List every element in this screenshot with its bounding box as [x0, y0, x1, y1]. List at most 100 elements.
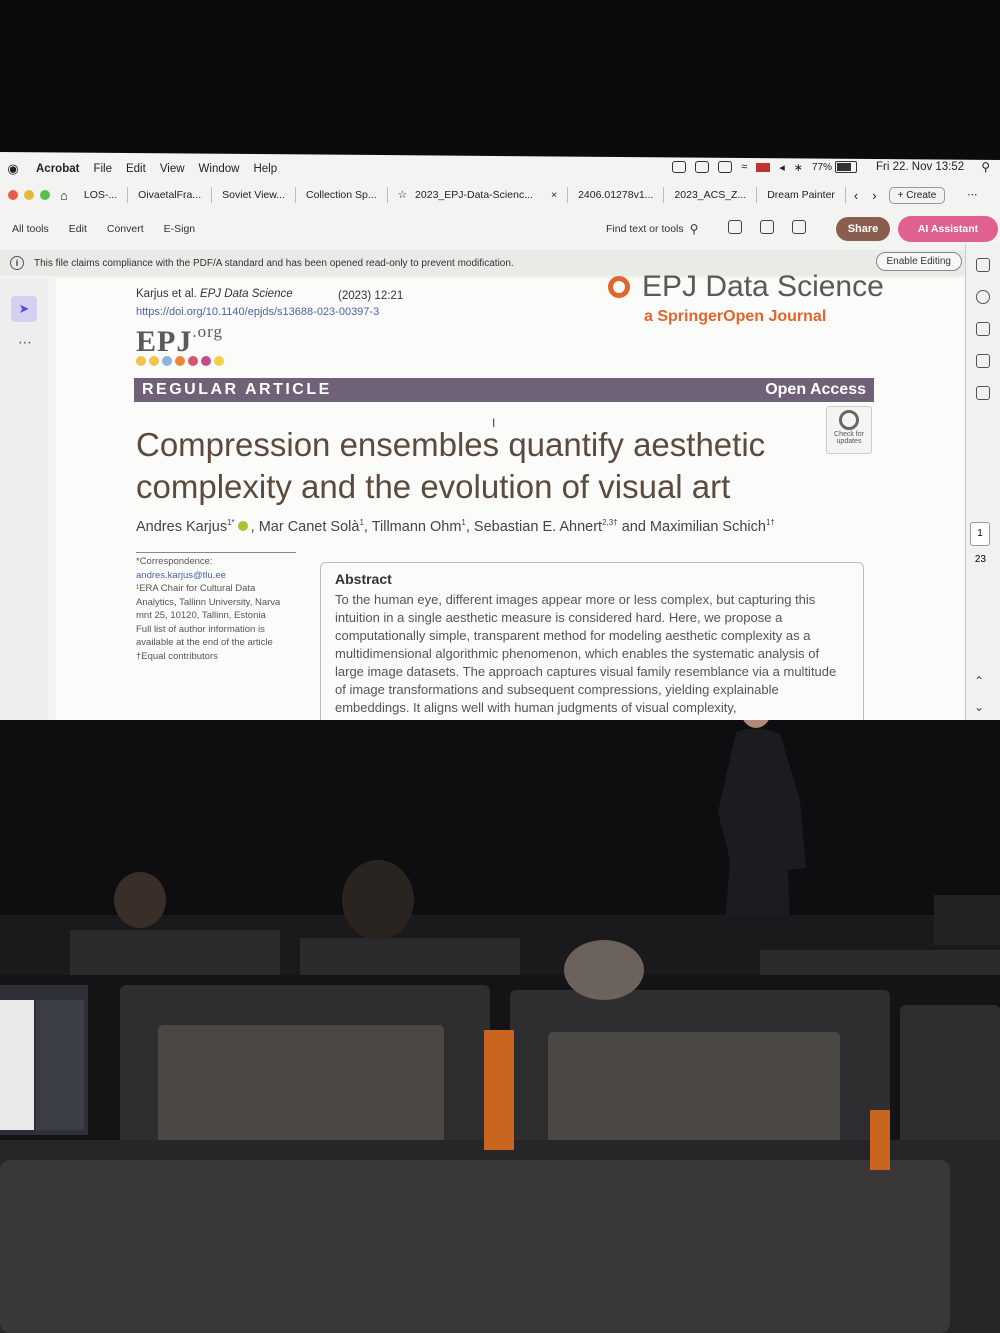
search-icon[interactable]: ⚲ [981, 160, 990, 174]
logo-dot [188, 356, 198, 366]
enable-editing-button[interactable]: Enable Editing [875, 252, 962, 271]
menu-view[interactable]: View [160, 163, 185, 175]
menu-edit[interactable]: Edit [126, 163, 146, 175]
tool-edit[interactable]: Edit [69, 223, 87, 235]
comment-icon[interactable] [976, 258, 990, 272]
epj-logo: EPJ.org [136, 322, 223, 359]
author-info-note: Full list of author information is avail… [136, 623, 273, 649]
pages-icon[interactable] [976, 354, 990, 368]
battery-icon [834, 161, 857, 173]
minimize-window-icon[interactable] [24, 190, 34, 200]
citation: Karjus et al. EPJ Data Science [136, 288, 293, 300]
tool-esign[interactable]: E-Sign [164, 223, 196, 235]
citation-journal: EPJ Data Science [199, 288, 293, 300]
tab-soviet[interactable]: Soviet View... [212, 187, 296, 203]
author-name: , Sebastian E. Ahnert [465, 518, 603, 535]
ai-assistant-button[interactable]: AI Assistant [898, 216, 998, 242]
tray-app-icon[interactable] [672, 161, 687, 173]
more-icon[interactable]: ⋯ [967, 189, 978, 201]
bookmark-icon [839, 410, 859, 430]
chevron-down-icon[interactable]: ⌄ [974, 700, 984, 714]
doi-link[interactable]: https://doi.org/10.1140/epjds/s13688-023… [136, 306, 379, 318]
save-icon[interactable] [728, 220, 742, 234]
info-icon: i [10, 256, 24, 270]
battery-indicator[interactable]: 77% [812, 161, 857, 173]
author-name: , Tillmann Ohm [363, 518, 462, 535]
volume-icon[interactable]: ◂ [779, 161, 785, 174]
author-name: and Maximilian Schich [617, 518, 766, 535]
clock[interactable]: Fri 22. Nov 13:52 [876, 161, 964, 173]
create-label: Create [906, 189, 937, 201]
audience-laptop [0, 985, 88, 1135]
select-cursor-icon[interactable]: ➤ [11, 296, 37, 322]
tray-app-icon[interactable] [695, 161, 710, 173]
bluetooth-icon[interactable]: ∗ [794, 161, 803, 174]
star-icon[interactable]: ☆ [398, 187, 407, 203]
menu-window[interactable]: Window [199, 163, 240, 175]
find-tools[interactable]: Find text or tools ⚲ [606, 222, 698, 236]
tab-collection[interactable]: Collection Sp... [296, 187, 388, 203]
presenter-laptop [934, 895, 1000, 945]
correspondence-email[interactable]: andres.karjus@tlu.ee [136, 569, 296, 583]
tab-close-icon[interactable]: × [551, 187, 557, 203]
author-name: , Mar Canet Solà [250, 518, 360, 535]
find-label: Find text or tools [606, 223, 684, 235]
correspondence-label: *Correspondence: [136, 556, 213, 567]
notice-text: This file claims compliance with the PDF… [34, 257, 514, 269]
abstract-box: Abstract To the human eye, different ima… [320, 562, 864, 720]
attachments-icon[interactable] [976, 386, 990, 400]
orcid-icon[interactable] [237, 520, 248, 531]
chat-icon[interactable] [976, 290, 990, 304]
logo-dot [162, 356, 172, 366]
home-icon[interactable]: ⌂ [60, 188, 68, 203]
check-for-updates-badge[interactable]: Check for updates [826, 406, 872, 454]
tab-arxiv[interactable]: 2406.01278v1... [568, 187, 665, 203]
create-button[interactable]: + Create [888, 186, 946, 204]
open-access-label: Open Access [765, 381, 866, 398]
tab-bar: ⌂ LOS-... OivaetalFra... Soviet View... … [0, 182, 1000, 208]
author-affil: 2,3† [602, 518, 618, 527]
author-list: Andres Karjus1*, Mar Canet Solà1, Tillma… [136, 518, 775, 535]
tab-los[interactable]: LOS-... [74, 187, 129, 203]
print-icon[interactable] [792, 220, 806, 234]
publisher-line: a SpringerOpen Journal [644, 308, 827, 325]
logo-dot [175, 356, 185, 366]
tab-dream-painter[interactable]: Dream Painter [757, 187, 846, 203]
projection-screen: ◉ Acrobat File Edit View Window Help ≈ ◂… [0, 152, 1000, 720]
correspondence-column: *Correspondence: andres.karjus@tlu.ee ¹E… [136, 552, 296, 663]
current-page-field[interactable]: 1 [970, 522, 990, 546]
upload-cloud-icon[interactable] [760, 220, 774, 234]
tab-oivaetal[interactable]: OivaetalFra... [128, 187, 213, 203]
tray-cast-icon[interactable] [718, 161, 733, 173]
pdf-page: Karjus et al. EPJ Data Science (2023) 12… [56, 270, 964, 720]
abstract-heading: Abstract [335, 571, 392, 587]
bookmark-panel-icon[interactable] [976, 322, 990, 336]
status-tray: ≈ ◂ ∗ 77% Fri 22. Nov 13:52 ⚲ [672, 160, 990, 174]
menu-file[interactable]: File [93, 163, 112, 175]
more-tools-icon[interactable]: ⋯ [18, 334, 32, 351]
journal-title: EPJ Data Science [642, 270, 884, 303]
menu-help[interactable]: Help [253, 163, 277, 175]
epj-logo-text: EPJ [136, 325, 193, 358]
tool-all-tools[interactable]: All tools [12, 223, 49, 235]
wifi-icon[interactable]: ≈ [741, 161, 747, 173]
window-controls [8, 190, 50, 200]
left-tool-rail: ➤ ⋯ [0, 278, 48, 720]
apple-icon[interactable]: ◉ [0, 161, 26, 177]
share-button[interactable]: Share [836, 217, 890, 241]
chevron-up-icon[interactable]: ⌃ [974, 674, 984, 688]
citation-year: (2023) 12:21 [338, 290, 404, 302]
menu-app[interactable]: Acrobat [36, 163, 79, 175]
chevron-left-icon[interactable]: ‹ [854, 188, 858, 203]
chevron-right-icon[interactable]: › [872, 188, 876, 203]
author-affil: 1† [765, 518, 775, 527]
tab-epj-active[interactable]: ☆ 2023_EPJ-Data-Scienc... × [388, 187, 569, 203]
tool-convert[interactable]: Convert [107, 223, 144, 235]
close-window-icon[interactable] [8, 190, 18, 200]
flag-icon[interactable] [756, 162, 771, 172]
tab-acs[interactable]: 2023_ACS_Z... [664, 187, 758, 203]
affiliation: ¹ERA Chair for Cultural Data Analytics, … [136, 583, 281, 621]
right-tool-rail: ⌃ ⌄ [965, 244, 1000, 720]
menu-bar: ◉ Acrobat File Edit View Window Help ≈ ◂… [0, 158, 1000, 180]
zoom-window-icon[interactable] [40, 190, 50, 200]
